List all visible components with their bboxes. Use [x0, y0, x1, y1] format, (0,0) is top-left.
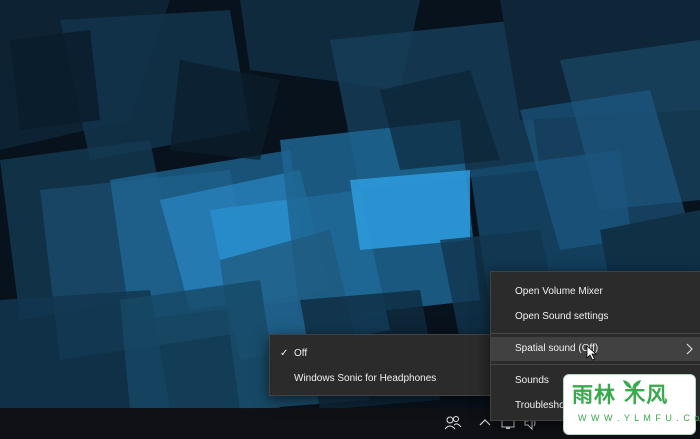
submenu-item-windows-sonic[interactable]: Windows Sonic for Headphones: [270, 367, 491, 391]
checkmark-icon: ✓: [280, 348, 289, 359]
watermark-logo: 雨林 木风 W W W . Y L M F U . C o M: [563, 374, 700, 435]
watermark-sub-text: W W W . Y L M F U . C o M: [578, 413, 700, 423]
menu-separator: [491, 364, 700, 365]
watermark-main-text: 雨林 木风: [572, 383, 669, 407]
people-icon[interactable]: [444, 414, 462, 432]
chevron-right-icon: [686, 343, 693, 355]
menu-item-label: Sounds: [515, 375, 549, 386]
submenu-item-off[interactable]: ✓ Off: [270, 342, 491, 366]
mouse-cursor-icon: [586, 345, 597, 361]
spatial-sound-submenu: ✓ Off Windows Sonic for Headphones: [269, 334, 492, 396]
menu-item-open-sound-settings[interactable]: Open Sound settings: [491, 305, 700, 329]
submenu-item-label: Windows Sonic for Headphones: [294, 373, 437, 384]
menu-item-label: Open Sound settings: [515, 311, 609, 322]
submenu-item-label: Off: [294, 348, 308, 359]
menu-item-open-volume-mixer[interactable]: Open Volume Mixer: [491, 280, 700, 304]
menu-item-label: Open Volume Mixer: [515, 286, 603, 297]
menu-separator: [491, 333, 700, 334]
